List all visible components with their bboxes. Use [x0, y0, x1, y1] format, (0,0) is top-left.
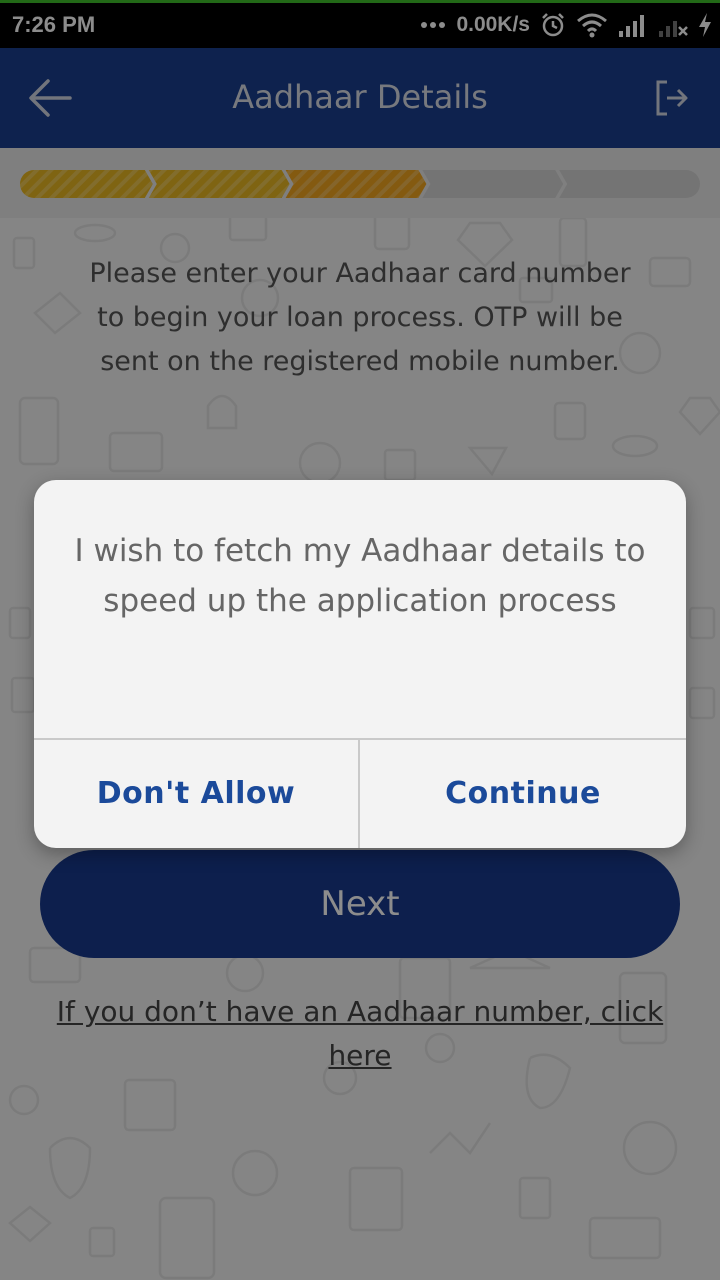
dont-allow-button[interactable]: Don't Allow — [34, 740, 358, 848]
dialog-message: I wish to fetch my Aadhaar details to sp… — [74, 533, 646, 619]
consent-dialog: I wish to fetch my Aadhaar details to sp… — [34, 480, 686, 848]
continue-button[interactable]: Continue — [360, 740, 686, 848]
